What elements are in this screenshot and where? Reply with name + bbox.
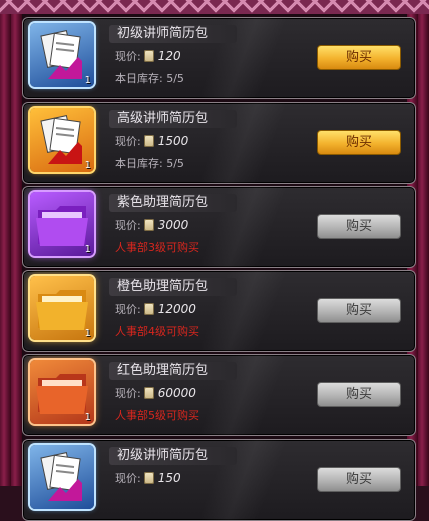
- teacher-resume-icon: 1: [30, 108, 94, 172]
- currency-scroll-icon: [143, 303, 154, 315]
- currency-scroll-icon: [143, 135, 154, 147]
- currency-scroll-icon: [143, 219, 154, 231]
- left-curtain: [0, 14, 22, 486]
- item-price-row: 现价: 60000: [115, 385, 196, 401]
- teacher-resume-icon: 1: [30, 23, 94, 87]
- folder-icon: 1: [30, 276, 94, 340]
- item-price: 60000: [157, 386, 196, 400]
- shop-item-list[interactable]: 1 初级讲师简历包 现价: 120 本日库存: 5/5 购买 1 高级讲师简历包 …: [22, 14, 416, 521]
- buy-button[interactable]: 购买: [317, 214, 401, 239]
- price-label: 现价:: [115, 219, 141, 232]
- resume-pack-icon: [40, 452, 82, 501]
- item-quantity: 1: [84, 244, 91, 255]
- price-label: 现价:: [115, 472, 141, 485]
- item-price-row: 现价: 12000: [115, 301, 196, 317]
- item-stock: 本日库存: 5/5: [115, 72, 184, 85]
- currency-scroll-icon: [143, 472, 154, 484]
- item-price: 120: [157, 49, 181, 63]
- buy-button[interactable]: 购买: [317, 382, 401, 407]
- shop-item-card: 1 高级讲师简历包 现价: 1500 本日库存: 5/5 购买: [22, 102, 416, 184]
- shop-item-card: 初级讲师简历包 现价: 150 购买: [22, 439, 416, 521]
- item-quantity: 1: [84, 75, 91, 86]
- item-quantity: 1: [84, 328, 91, 339]
- item-requirement: 人事部4级可购买: [115, 325, 199, 338]
- item-name: 紫色助理简历包: [109, 194, 237, 212]
- item-price-row: 现价: 1500: [115, 133, 188, 149]
- price-label: 现价:: [115, 135, 141, 148]
- buy-button[interactable]: 购买: [317, 130, 401, 155]
- item-name: 红色助理简历包: [109, 362, 237, 380]
- buy-button[interactable]: 购买: [317, 45, 401, 70]
- shop-item-card: 1 紫色助理简历包 现价: 3000 人事部3级可购买 购买: [22, 186, 416, 268]
- item-stock: 本日库存: 5/5: [115, 157, 184, 170]
- item-requirement: 人事部5级可购买: [115, 409, 199, 422]
- item-price: 1500: [157, 134, 189, 148]
- item-name: 初级讲师简历包: [109, 25, 237, 43]
- item-name: 高级讲师简历包: [109, 110, 237, 128]
- teacher-resume-icon: [30, 445, 94, 509]
- shop-item-card: 1 橙色助理简历包 现价: 12000 人事部4级可购买 购买: [22, 270, 416, 352]
- folder-icon: 1: [30, 360, 94, 424]
- item-quantity: 1: [84, 412, 91, 423]
- item-requirement: 人事部3级可购买: [115, 241, 199, 254]
- currency-scroll-icon: [143, 387, 154, 399]
- item-name: 初级讲师简历包: [109, 447, 237, 465]
- item-price: 12000: [157, 302, 196, 316]
- item-price-row: 现价: 150: [115, 470, 181, 486]
- item-price-row: 现价: 120: [115, 48, 181, 64]
- item-name: 橙色助理简历包: [109, 278, 237, 296]
- shop-item-card: 1 初级讲师简历包 现价: 120 本日库存: 5/5 购买: [22, 17, 416, 99]
- buy-button[interactable]: 购买: [317, 467, 401, 492]
- price-label: 现价:: [115, 387, 141, 400]
- folder-icon: 1: [30, 192, 94, 256]
- item-price: 3000: [157, 218, 189, 232]
- price-label: 现价:: [115, 50, 141, 63]
- item-quantity: 1: [84, 160, 91, 171]
- item-price: 150: [157, 471, 181, 485]
- item-price-row: 现价: 3000: [115, 217, 188, 233]
- buy-button[interactable]: 购买: [317, 298, 401, 323]
- currency-scroll-icon: [143, 50, 154, 62]
- price-label: 现价:: [115, 303, 141, 316]
- shop-item-card: 1 红色助理简历包 现价: 60000 人事部5级可购买 购买: [22, 354, 416, 436]
